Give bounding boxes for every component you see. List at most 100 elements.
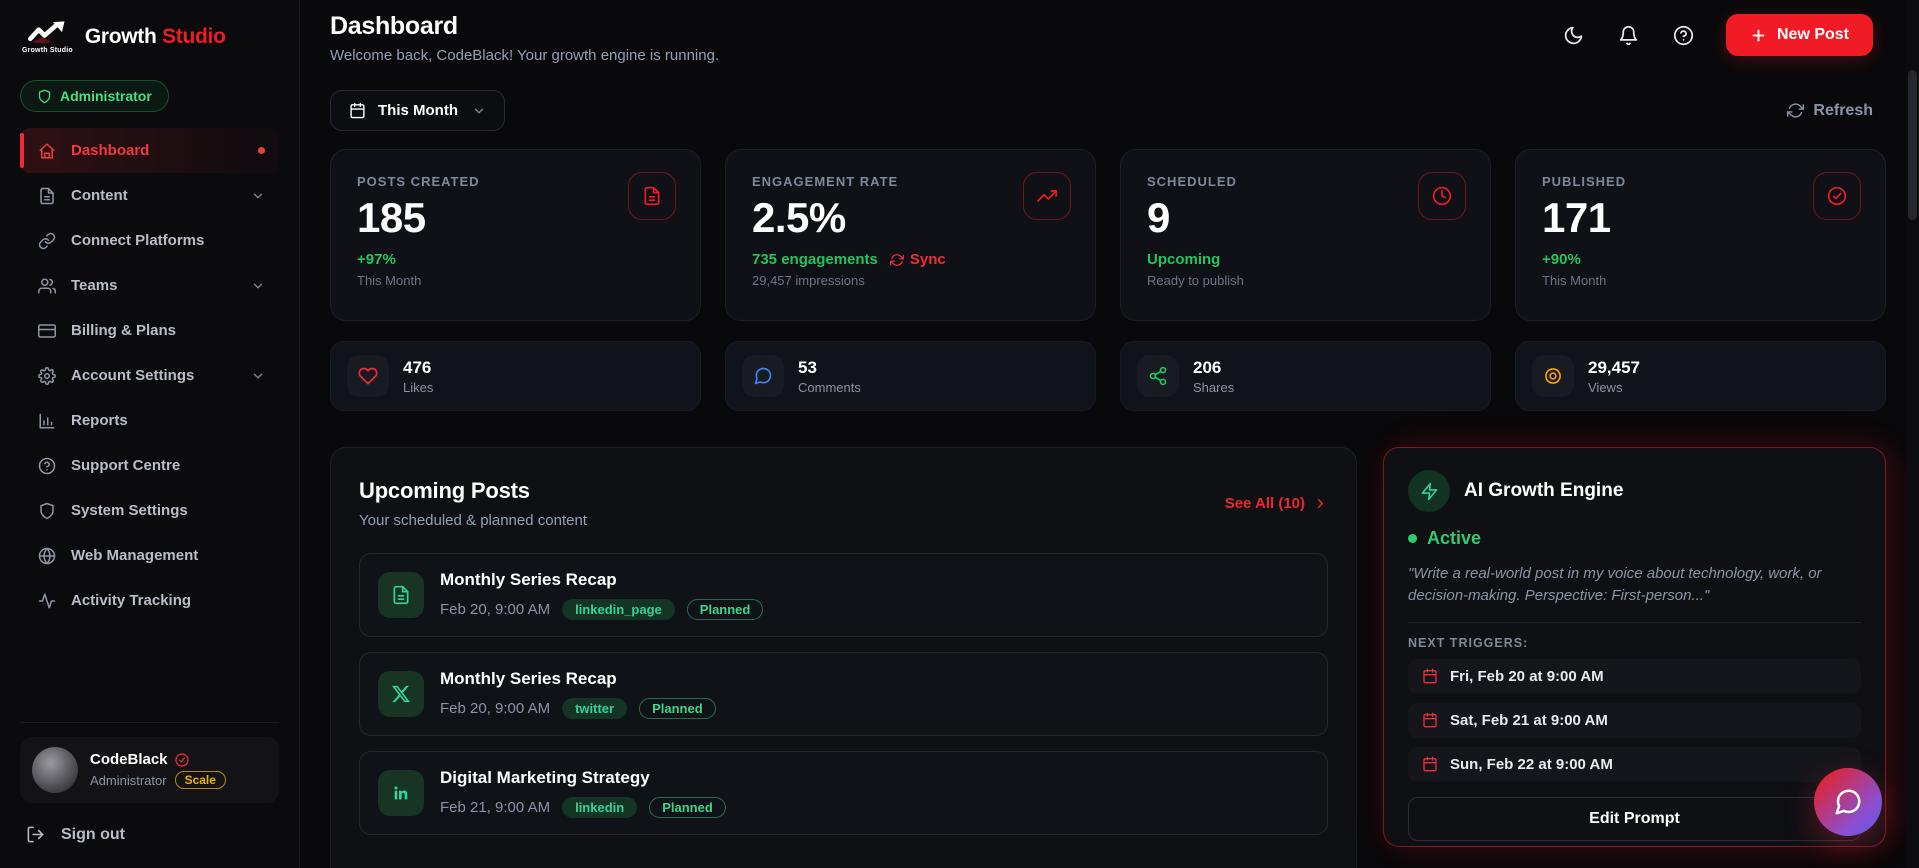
sidebar-item-label: Dashboard: [71, 142, 150, 159]
notifications-button[interactable]: [1616, 23, 1641, 48]
stat-delta: +97%: [357, 251, 396, 268]
link-icon: [38, 232, 56, 249]
user-name: CodeBlack: [90, 751, 168, 768]
chevron-down-icon: [474, 108, 484, 113]
eye-icon: [1532, 355, 1574, 397]
post-datetime: Feb 20, 9:00 AM: [440, 601, 551, 618]
sidebar-nav: Dashboard Content Connect Platforms Team…: [20, 128, 279, 623]
mini-label: Comments: [798, 379, 861, 395]
sidebar-item-connect-platforms[interactable]: Connect Platforms: [20, 218, 279, 263]
mini-card-likes: 476 Likes: [330, 341, 701, 411]
calendar-icon: [350, 102, 365, 119]
see-all-button[interactable]: See All (10): [1225, 495, 1328, 512]
platform-badge: twitter: [562, 698, 628, 719]
stat-card-posts-created: POSTS CREATED 185 +97% This Month: [330, 149, 701, 321]
stat-value: 185: [357, 194, 426, 241]
post-title: Monthly Series Recap: [440, 570, 617, 589]
stat-caption: Ready to publish: [1147, 273, 1244, 288]
status-badge: Planned: [649, 797, 726, 818]
gear-icon: [38, 366, 56, 385]
sidebar-item-reports[interactable]: Reports: [20, 398, 279, 443]
post-item[interactable]: Monthly Series Recap Feb 20, 9:00 AM twi…: [359, 652, 1328, 736]
ai-status-label: Active: [1427, 528, 1482, 548]
upcoming-posts-subtitle: Your scheduled & planned content: [359, 512, 587, 529]
scrollbar-track: [1906, 0, 1919, 868]
new-post-button[interactable]: New Post: [1725, 14, 1873, 56]
sync-button[interactable]: Sync: [889, 251, 946, 268]
trigger-row: Sun, Feb 22 at 9:00 AM: [1408, 746, 1861, 782]
post-list: Monthly Series Recap Feb 20, 9:00 AM lin…: [359, 553, 1328, 835]
divider: [1408, 621, 1861, 623]
mini-value: 29,457: [1588, 357, 1640, 377]
post-item[interactable]: Digital Marketing Strategy Feb 21, 9:00 …: [359, 751, 1328, 835]
toolbar: This Month Refresh: [330, 90, 1873, 131]
sidebar-item-system-settings[interactable]: System Settings: [20, 488, 279, 533]
sidebar-item-dashboard[interactable]: Dashboard: [20, 128, 279, 173]
sidebar-item-support[interactable]: Support Centre: [20, 443, 279, 488]
stat-value: 171: [1542, 194, 1611, 241]
brand-logo: Growth Studio Growth Studio: [20, 16, 279, 54]
sidebar-item-web-management[interactable]: Web Management: [20, 533, 279, 578]
sidebar-item-label: Teams: [71, 277, 118, 294]
user-card[interactable]: CodeBlack Administrator Scale: [20, 737, 279, 803]
stat-value: 9: [1147, 194, 1170, 241]
plan-badge: Scale: [174, 771, 226, 789]
stat-delta: 735 engagements: [752, 251, 878, 268]
trigger-datetime: Fri, Feb 20 at 9:00 AM: [1450, 667, 1604, 685]
stat-card-published: PUBLISHED 171 +90% This Month: [1515, 149, 1886, 321]
help-icon: [38, 457, 56, 474]
period-label: This Month: [378, 102, 458, 119]
avatar: [32, 747, 78, 793]
activity-icon: [38, 593, 56, 608]
ai-prompt-preview: "Write a real-world post in my voice abo…: [1408, 565, 1822, 604]
refresh-button[interactable]: Refresh: [1787, 102, 1873, 120]
sidebar-item-label: Support Centre: [71, 457, 181, 474]
edit-prompt-button[interactable]: Edit Prompt: [1408, 796, 1861, 841]
sidebar-item-label: Connect Platforms: [71, 232, 205, 249]
sidebar-item-label: System Settings: [71, 502, 188, 519]
post-title: Digital Marketing Strategy: [440, 768, 650, 787]
ai-status-badge: Active: [1408, 528, 1861, 549]
role-badge: Administrator: [20, 80, 169, 112]
help-button[interactable]: [1671, 23, 1696, 48]
theme-toggle-button[interactable]: [1561, 23, 1586, 48]
x-logo-icon: [378, 671, 424, 717]
next-triggers-label: NEXT TRIGGERS:: [1408, 635, 1529, 650]
sync-icon: [889, 253, 904, 266]
post-item[interactable]: Monthly Series Recap Feb 20, 9:00 AM lin…: [359, 553, 1328, 637]
brand-name-primary: Growth: [84, 25, 157, 48]
trigger-row: Sat, Feb 21 at 9:00 AM: [1408, 702, 1861, 738]
stat-caption: This Month: [357, 273, 422, 288]
chat-fab-button[interactable]: [1814, 768, 1882, 836]
stats-row: POSTS CREATED 185 +97% This Month ENGAGE…: [330, 149, 1886, 321]
active-dot: [258, 147, 265, 154]
sidebar-item-label: Account Settings: [71, 367, 195, 384]
sidebar-item-billing[interactable]: Billing & Plans: [20, 308, 279, 353]
ai-growth-engine-panel: AI Growth Engine Active "Write a real-wo…: [1383, 447, 1886, 847]
sidebar-item-account-settings[interactable]: Account Settings: [20, 353, 279, 398]
stat-card-engagement-rate: ENGAGEMENT RATE 2.5% 735 engagements Syn…: [725, 149, 1096, 321]
trending-up-icon: [1023, 172, 1071, 220]
new-post-label: New Post: [1776, 26, 1849, 43]
sidebar-item-content[interactable]: Content: [20, 173, 279, 218]
sidebar-item-activity-tracking[interactable]: Activity Tracking: [20, 578, 279, 623]
stat-delta: Upcoming: [1147, 251, 1221, 268]
mini-label: Views: [1588, 379, 1623, 395]
sidebar-item-teams[interactable]: Teams: [20, 263, 279, 308]
platform-badge: linkedin: [562, 797, 638, 818]
stat-value: 2.5%: [752, 194, 846, 241]
period-select[interactable]: This Month: [330, 90, 505, 131]
sidebar-divider: [20, 722, 279, 723]
sidebar-item-label: Activity Tracking: [71, 592, 192, 609]
shield-icon: [38, 89, 51, 103]
sidebar: Growth Studio Growth Studio Administrato…: [0, 0, 300, 868]
scrollbar-thumb[interactable]: [1908, 70, 1917, 220]
status-badge: Planned: [639, 698, 716, 719]
chevron-down-icon: [253, 193, 263, 198]
log-out-icon: [27, 826, 44, 843]
sign-out-button[interactable]: Sign out: [20, 819, 279, 850]
role-badge-label: Administrator: [60, 88, 152, 104]
stat-label: POSTS CREATED: [357, 174, 480, 189]
plus-icon: [1752, 29, 1765, 41]
mini-label: Shares: [1193, 379, 1235, 395]
